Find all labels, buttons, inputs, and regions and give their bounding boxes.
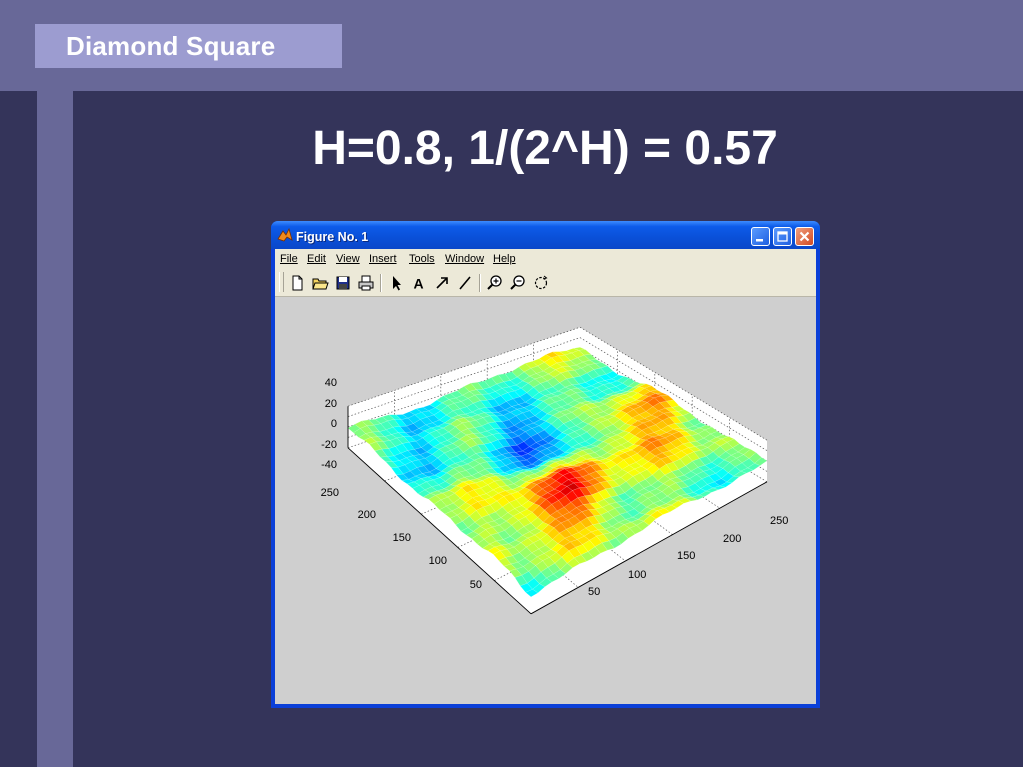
select-arrow-icon[interactable] — [386, 273, 406, 293]
toolbar-separator — [380, 274, 382, 292]
toolbar-grip[interactable] — [279, 272, 284, 292]
z-tick-label: 40 — [325, 377, 337, 389]
zoom-in-icon[interactable] — [485, 273, 505, 293]
x-tick-label: 150 — [677, 550, 695, 562]
window-client: File Edit View Insert Tools Window Help … — [275, 249, 816, 704]
y-tick-label: 100 — [429, 555, 447, 567]
title-bar[interactable]: Figure No. 1 — [271, 221, 820, 249]
z-tick-label: 0 — [331, 418, 337, 430]
side-stripe — [37, 91, 73, 767]
menu-view[interactable]: View — [336, 251, 360, 267]
maximize-button[interactable] — [773, 227, 792, 246]
plot-area[interactable]: 40 20 0 -20 -40 250 200 150 100 50 50 10… — [275, 297, 816, 704]
insert-line-icon[interactable] — [455, 273, 475, 293]
z-tick-label: -20 — [321, 439, 337, 451]
y-tick-label: 250 — [321, 487, 339, 499]
figure-toolbar: A — [275, 269, 816, 297]
minimize-button[interactable] — [751, 227, 770, 246]
menu-bar: File Edit View Insert Tools Window Help — [275, 249, 816, 269]
x-tick-label: 200 — [723, 533, 741, 545]
open-folder-icon[interactable] — [310, 273, 330, 293]
menu-file[interactable]: File — [280, 251, 298, 267]
menu-help[interactable]: Help — [493, 251, 516, 267]
menu-edit[interactable]: Edit — [307, 251, 326, 267]
terrain-surface — [347, 347, 768, 598]
print-icon[interactable] — [356, 273, 376, 293]
y-tick-label: 150 — [393, 532, 411, 544]
menu-tools[interactable]: Tools — [409, 251, 435, 267]
z-tick-label: 20 — [325, 398, 337, 410]
slide-section-tag: Diamond Square — [35, 24, 342, 68]
y-tick-label: 50 — [470, 579, 482, 591]
y-tick-label: 200 — [358, 509, 376, 521]
z-tick-label: -40 — [321, 459, 337, 471]
menu-window[interactable]: Window — [445, 251, 484, 267]
z-axis-ticks: 40 20 0 -20 -40 — [321, 377, 337, 471]
x-tick-label: 50 — [588, 586, 600, 598]
insert-text-icon[interactable]: A — [409, 273, 429, 293]
insert-arrow-icon[interactable] — [432, 273, 452, 293]
figure-window: Figure No. 1 File Edit View Insert Tools… — [271, 221, 820, 708]
zoom-out-icon[interactable] — [508, 273, 528, 293]
svg-text:A: A — [414, 276, 424, 292]
x-tick-label: 100 — [628, 569, 646, 581]
toolbar-separator — [479, 274, 481, 292]
slide-headline: H=0.8, 1/(2^H) = 0.57 — [312, 122, 778, 175]
close-button[interactable] — [795, 227, 814, 246]
save-icon[interactable] — [333, 273, 353, 293]
new-file-icon[interactable] — [287, 273, 307, 293]
surface-plot: 40 20 0 -20 -40 250 200 150 100 50 50 10… — [321, 326, 788, 615]
x-tick-label: 250 — [770, 515, 788, 527]
matlab-logo-icon — [277, 228, 293, 242]
rotate-3d-icon[interactable] — [531, 273, 551, 293]
menu-insert[interactable]: Insert — [369, 251, 397, 267]
